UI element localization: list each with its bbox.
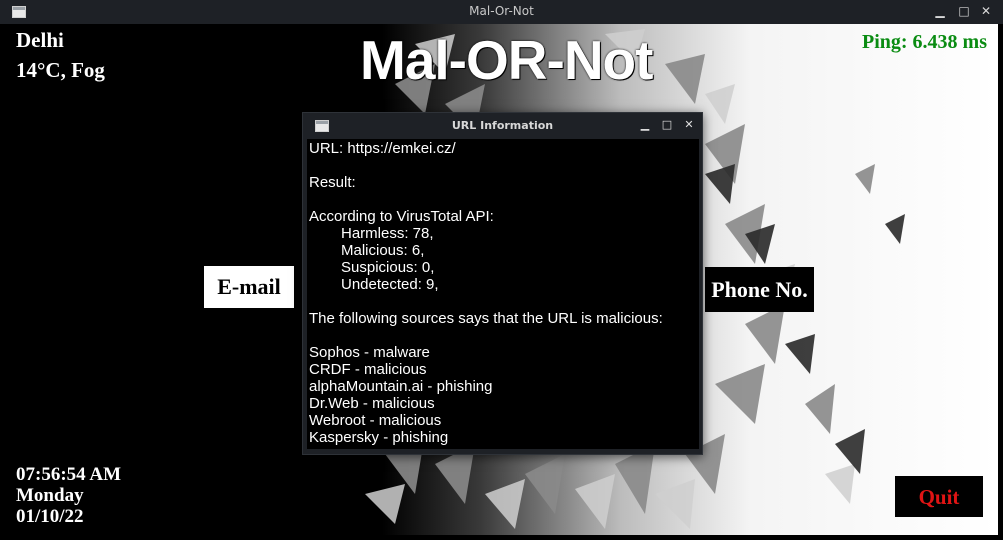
sources-intro: The following sources says that the URL …	[309, 310, 663, 327]
dialog-content: URL: https://emkei.cz/ Result: According…	[307, 139, 699, 449]
clock-time: 07:56:54 AM	[16, 464, 122, 485]
app-title: Mal-OR-Not	[360, 29, 653, 91]
stat-suspicious: Suspicious: 0,	[341, 259, 435, 276]
source-item: alphaMountain.ai - phishing	[309, 378, 493, 395]
stat-harmless: Harmless: 78,	[341, 225, 434, 242]
email-button[interactable]: E-mail	[204, 266, 294, 308]
source-item: Sophos - malware	[309, 344, 430, 361]
weather-city: Delhi	[16, 28, 64, 52]
quit-button[interactable]: Quit	[895, 476, 983, 517]
ping-status: Ping: 6.438 ms	[862, 31, 987, 53]
stat-undetected: Undetected: 9,	[341, 276, 439, 293]
url-line: URL: https://emkei.cz/	[309, 140, 456, 157]
close-icon[interactable]: ✕	[978, 3, 994, 19]
url-information-dialog: URL Information ▁ □ ✕ URL: https://emkei…	[302, 112, 703, 455]
window-title: Mal-Or-Not	[469, 4, 534, 18]
stat-malicious: Malicious: 6,	[341, 242, 425, 259]
close-icon[interactable]: ✕	[682, 118, 696, 132]
clock-date: 01/10/22	[16, 506, 84, 527]
weather-condition: 14°C, Fog	[16, 58, 105, 82]
minimize-icon[interactable]: ▁	[932, 3, 948, 19]
window-titlebar: Mal-Or-Not ▁ □ ✕	[0, 0, 1003, 24]
minimize-icon[interactable]: ▁	[638, 118, 652, 132]
maximize-icon[interactable]: □	[660, 118, 674, 132]
api-label: According to VirusTotal API:	[309, 208, 494, 225]
source-item: Dr.Web - malicious	[309, 395, 435, 412]
clock: 07:56:54 AM Monday 01/10/22	[16, 464, 121, 527]
source-item: Kaspersky - phishing	[309, 429, 449, 446]
result-label: Result:	[309, 174, 356, 191]
phone-button[interactable]: Phone No.	[705, 267, 814, 312]
source-item: Webroot - malicious	[309, 412, 442, 429]
dialog-titlebar[interactable]: URL Information ▁ □ ✕	[303, 113, 702, 139]
clock-day: Monday	[16, 485, 84, 506]
source-item: CRDF - malicious	[309, 361, 427, 378]
maximize-icon[interactable]: □	[956, 3, 972, 19]
